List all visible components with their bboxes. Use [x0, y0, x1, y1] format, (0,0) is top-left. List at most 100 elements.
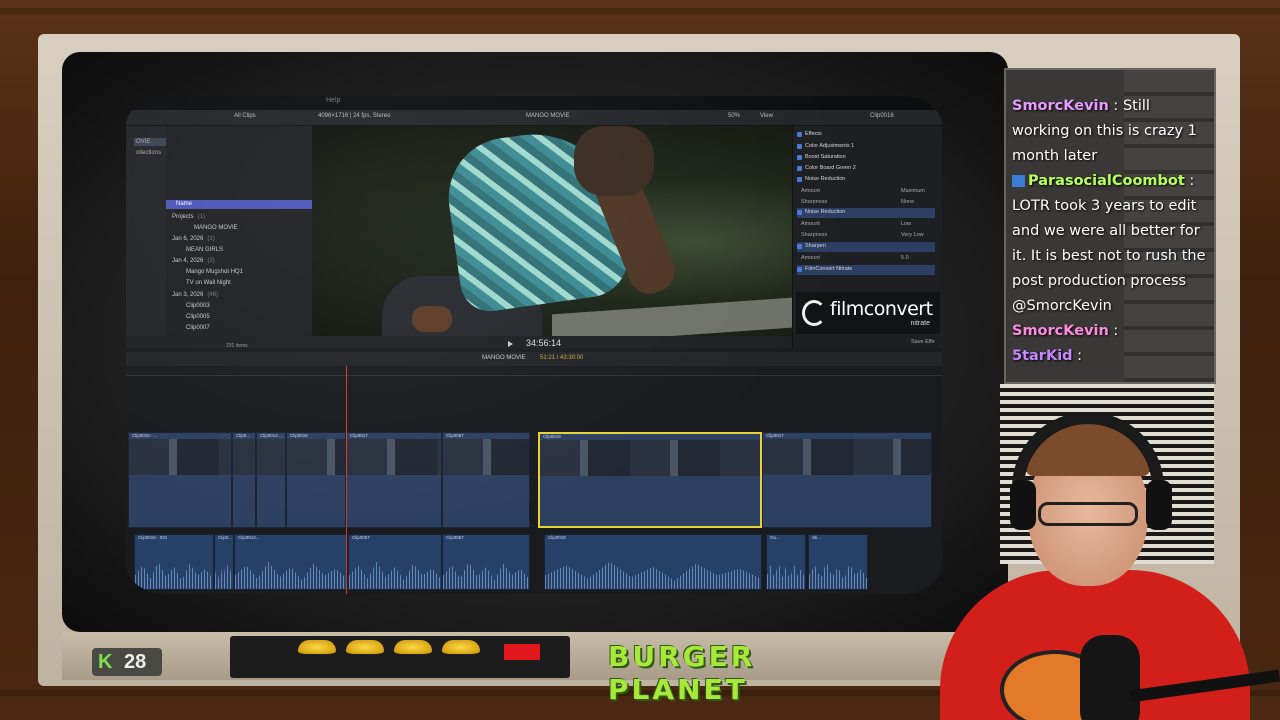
audio-clip[interactable]: Clip0057 [348, 534, 442, 590]
param-amount[interactable]: Amount Low [801, 221, 911, 227]
burger-knob-icon [298, 640, 336, 654]
microphone-icon [1080, 635, 1140, 720]
badge-icon [1012, 175, 1025, 187]
chat-message: SmorcKevin : Still working on this is cr… [1012, 98, 1197, 164]
name-column-label: Name [176, 201, 193, 207]
effect-row[interactable]: Color Board Green 2 [797, 164, 935, 174]
kick-counter: K 28 [92, 648, 162, 676]
filmconvert-icon [802, 300, 826, 326]
brand-title: BURGER PLANET [608, 640, 756, 706]
timeline-clip[interactable]: Clip0016 - ... [128, 432, 232, 528]
burger-knob-icon [346, 640, 384, 654]
list-item[interactable]: Jan 6, 2026 (1) [172, 236, 215, 242]
param-sharpness[interactable]: Sharpness Very Low [801, 232, 924, 238]
list-item[interactable]: MEAN GIRLS [186, 247, 223, 253]
audio-clip[interactable]: Clip0014... [234, 534, 348, 590]
chat-message: ParasocialCoombot : LOTR took 3 years to… [1012, 173, 1206, 314]
kick-icon: K [98, 651, 113, 673]
sidebar-item-library[interactable]: OVIE [136, 139, 150, 145]
list-item[interactable]: Clip0003 [186, 303, 210, 309]
chat-message: 5tarKid : [1012, 348, 1083, 364]
audio-clip[interactable]: Clip0057 [442, 534, 530, 590]
sidebar-item-collections[interactable]: ollections [136, 150, 161, 156]
list-item[interactable]: Projects (1) [172, 214, 205, 220]
checkbox-icon [797, 210, 802, 215]
browser-column-header[interactable]: Name [166, 200, 312, 209]
checkbox-icon [797, 144, 802, 149]
editor-toolbar: All Clips 4096×1716 | 24 fps, Stereo MAN… [126, 110, 942, 126]
filmconvert-sub: nitrate [910, 320, 930, 327]
chat-message: SmorcKevin : [1012, 323, 1119, 339]
audio-clip[interactable]: Clip0019 [544, 534, 762, 590]
save-effects-button[interactable]: Save Effe [911, 339, 935, 345]
view-menu[interactable]: View [760, 113, 773, 119]
timeline-clip[interactable]: Clip0057 [442, 432, 530, 528]
format-info: 4096×1716 | 24 fps, Stereo [318, 113, 391, 119]
param-amount[interactable]: Amount Maximum [801, 188, 925, 194]
timeline-ruler[interactable] [126, 366, 942, 376]
timeline-project-title[interactable]: MANGO MOVIE [482, 355, 526, 361]
play-icon[interactable] [508, 341, 513, 347]
menu-bar: Help [126, 96, 942, 110]
filmconvert-name: filmconvert [830, 298, 933, 320]
wood-grain [0, 8, 1280, 14]
menu-help[interactable]: Help [326, 97, 340, 104]
list-item[interactable]: Mango Mugshot HQ1 [186, 269, 243, 275]
audio-clip[interactable]: Clip0016 - 021 [134, 534, 214, 590]
effect-row-noise-reduction[interactable]: Noise Reduction [797, 208, 935, 218]
audio-clip[interactable]: Clip0... [214, 534, 234, 590]
effect-row-filmconvert[interactable]: FilmConvert Nitrate [797, 265, 935, 275]
timeline-clip-selected[interactable]: Clip0019 [538, 432, 762, 528]
red-indicator [504, 644, 540, 660]
effect-row[interactable]: Color Adjustments 1 [797, 142, 935, 152]
burger-knob-icon [394, 640, 432, 654]
timeline-duration: 51:21 / 43:30:00 [540, 355, 584, 361]
effect-row[interactable]: Noise Reduction [797, 175, 935, 185]
effect-row[interactable]: Boost Saturation [797, 153, 935, 163]
list-item[interactable]: MANGO MOVIE [194, 225, 238, 231]
timeline-clip[interactable]: Clip0017 [346, 432, 442, 528]
list-item[interactable]: Jan 3, 2026 (46) [172, 292, 218, 298]
effect-row-sharpen[interactable]: Sharpen [797, 242, 935, 252]
timeline-playhead[interactable] [346, 366, 347, 594]
tv-control-panel [230, 636, 570, 678]
checkbox-icon [797, 267, 802, 272]
list-item[interactable]: Jan 4, 2026 (2) [172, 258, 215, 264]
list-item[interactable]: Clip0007 [186, 325, 210, 331]
param-sharpness[interactable]: Sharpness None [801, 199, 914, 205]
viewer-project-name: MANGO MOVIE [526, 113, 570, 119]
timeline-clip[interactable]: Clip0017 [762, 432, 932, 528]
checkbox-icon [797, 244, 802, 249]
chat-panel: SmorcKevin : Still working on this is cr… [1004, 68, 1216, 384]
list-item[interactable]: TV on Wall Night [186, 280, 231, 286]
video-viewer[interactable] [312, 126, 792, 336]
checkbox-icon [797, 166, 802, 171]
audio-clip[interactable]: Sti... [808, 534, 868, 590]
chat-messages: SmorcKevin : Still working on this is cr… [1012, 94, 1208, 369]
video-figure [412, 306, 452, 332]
timeline-toolbar [126, 352, 942, 366]
filmconvert-logo: filmconvert nitrate [796, 292, 940, 334]
timeline-clip[interactable]: Clip0016 [286, 432, 346, 528]
audio-clip[interactable]: Ou... [766, 534, 806, 590]
headphone-cup [1010, 480, 1036, 530]
kick-count: 28 [124, 651, 147, 673]
checkbox-icon [797, 177, 802, 182]
timeline-clip[interactable]: Clip0014 ... [256, 432, 286, 528]
list-item[interactable]: Clip0005 [186, 314, 210, 320]
all-clips-button[interactable]: All Clips [234, 113, 256, 119]
webcam-feed [930, 410, 1280, 720]
param-amount[interactable]: Amount 5.0 [801, 255, 909, 261]
checkbox-icon [797, 155, 802, 160]
libraries-sidebar: OVIE ollections [126, 126, 166, 336]
video-figure [574, 126, 654, 196]
zoom-dropdown[interactable]: 50% [728, 113, 740, 119]
tv-screen: Help All Clips 4096×1716 | 24 fps, Stere… [126, 96, 942, 594]
stream-overlay: Help All Clips 4096×1716 | 24 fps, Stere… [0, 0, 1280, 720]
timeline-clip[interactable]: Clip0... [232, 432, 256, 528]
effects-header: Effects [797, 130, 935, 140]
headphone-cup [1146, 480, 1172, 530]
inspector-clip-name: Clip0016 [870, 113, 894, 119]
checkbox-icon[interactable] [797, 132, 802, 137]
item-count: 231 items [226, 343, 248, 349]
